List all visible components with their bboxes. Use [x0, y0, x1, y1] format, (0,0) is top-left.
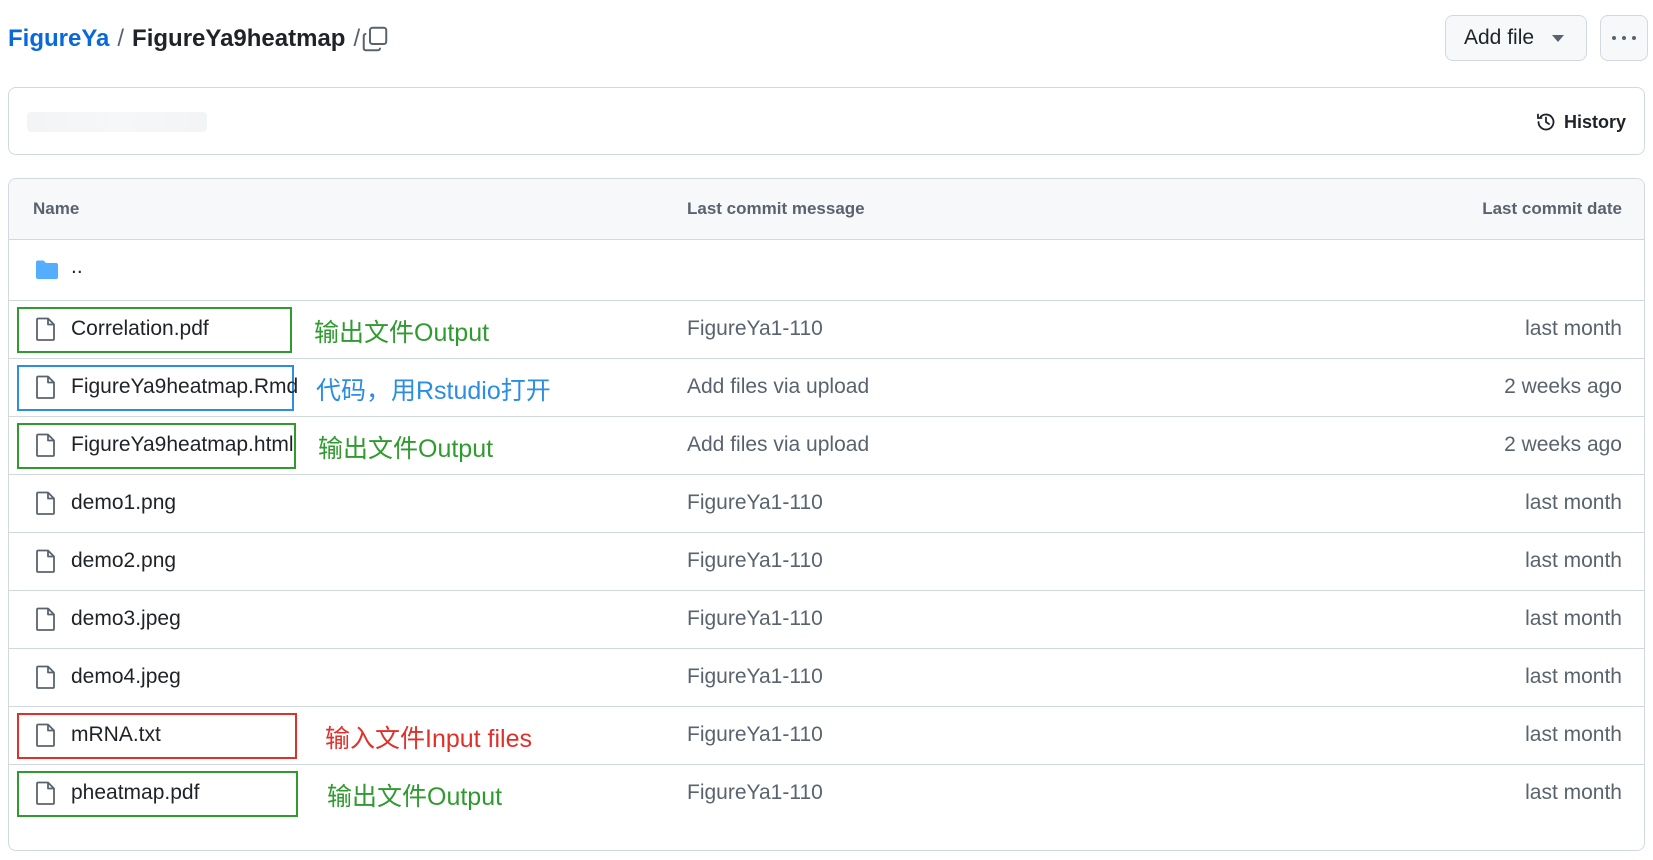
chevron-down-icon: [1552, 34, 1565, 42]
commit-message-link[interactable]: Add files via upload: [687, 433, 869, 457]
annotation-label: 输入文件Input files: [325, 725, 533, 753]
commit-message-link[interactable]: FigureYa1-110: [687, 665, 823, 689]
file-icon: [35, 780, 57, 812]
folder-icon: [36, 260, 58, 279]
file-name-link[interactable]: demo2.png: [71, 549, 176, 573]
copy-path-button[interactable]: [360, 24, 392, 56]
commit-message-link[interactable]: FigureYa1-110: [687, 781, 823, 805]
file-name-link[interactable]: demo3.jpeg: [71, 607, 181, 631]
latest-commit-bar: History: [8, 87, 1645, 155]
file-icon: [35, 548, 57, 580]
file-name-link[interactable]: FigureYa9heatmap.Rmd: [71, 375, 298, 399]
commit-message-link[interactable]: Add files via upload: [687, 375, 869, 399]
column-header-message: Last commit message: [687, 199, 865, 218]
file-name-link[interactable]: mRNA.txt: [71, 723, 161, 747]
table-row[interactable]: 输出文件Output FigureYa9heatmap.html Add files…: [9, 417, 1644, 475]
commit-date: last month: [1525, 317, 1622, 340]
file-icon: [35, 316, 57, 348]
commit-message-link[interactable]: FigureYa1-110: [687, 317, 823, 341]
more-options-button[interactable]: [1600, 15, 1648, 61]
annotation-label: 输出文件Output: [318, 435, 494, 463]
annotation-label: 输出文件Output: [327, 783, 503, 811]
table-row[interactable]: 输出文件Output pheatmap.pdf FigureYa1-110 last …: [9, 765, 1644, 823]
table-row[interactable]: 输出文件Output Correlation.pdf FigureYa1-110 la…: [9, 301, 1644, 359]
add-file-label: Add file: [1464, 26, 1535, 49]
table-row[interactable]: demo2.png FigureYa1-110 last month: [9, 533, 1644, 591]
commit-message-link[interactable]: FigureYa1-110: [687, 607, 823, 631]
breadcrumb-repo-link[interactable]: FigureYa: [8, 25, 109, 53]
commit-message-link[interactable]: FigureYa1-110: [687, 491, 823, 515]
file-icon: [35, 374, 57, 406]
table-row[interactable]: 输入文件Input files mRNA.txt FigureYa1-110 last…: [9, 707, 1644, 765]
add-file-button[interactable]: Add file: [1445, 15, 1587, 61]
file-icon: [35, 432, 57, 464]
commit-date: last month: [1525, 781, 1622, 804]
table-row[interactable]: demo1.png FigureYa1-110 last month: [9, 475, 1644, 533]
repo-header: FigureYa / FigureYa9heatmap / Add file: [0, 0, 1653, 80]
column-header-date: Last commit date: [1482, 199, 1622, 218]
commit-date: 2 weeks ago: [1504, 433, 1622, 456]
file-table: Name Last commit message Last commit dat…: [8, 178, 1645, 851]
commit-date: last month: [1525, 491, 1622, 514]
commit-date: last month: [1525, 549, 1622, 572]
commit-date: last month: [1525, 665, 1622, 688]
history-icon: [1537, 113, 1555, 131]
table-row[interactable]: 代码，用Rstudio打开 FigureYa9heatmap.Rmd Add fil…: [9, 359, 1644, 417]
commit-date: 2 weeks ago: [1504, 375, 1622, 398]
parent-directory-link[interactable]: ..: [71, 255, 83, 279]
commit-date: last month: [1525, 607, 1622, 630]
column-header-name: Name: [33, 199, 80, 218]
file-icon: [35, 722, 57, 754]
file-name-link[interactable]: demo4.jpeg: [71, 665, 181, 689]
copy-icon: [362, 26, 388, 52]
annotation-label: 代码，用Rstudio打开: [316, 377, 551, 405]
commit-loading-skeleton: [27, 112, 207, 132]
history-label: History: [1563, 111, 1626, 132]
file-name-link[interactable]: demo1.png: [71, 491, 176, 515]
kebab-horizontal-icon: [1612, 36, 1616, 40]
commit-message-link[interactable]: FigureYa1-110: [687, 549, 823, 573]
commit-message-link[interactable]: FigureYa1-110: [687, 723, 823, 747]
annotation-label: 输出文件Output: [314, 319, 490, 347]
parent-directory-row[interactable]: ..: [9, 240, 1644, 301]
breadcrumb-separator: /: [117, 25, 125, 52]
history-button[interactable]: History: [1534, 106, 1626, 138]
file-name-link[interactable]: pheatmap.pdf: [71, 781, 199, 805]
table-row[interactable]: demo4.jpeg FigureYa1-110 last month: [9, 649, 1644, 707]
file-icon: [35, 664, 57, 696]
breadcrumb-current-dir: FigureYa9heatmap: [132, 25, 346, 52]
file-icon: [35, 606, 57, 638]
commit-date: last month: [1525, 723, 1622, 746]
table-header: Name Last commit message Last commit dat…: [9, 179, 1644, 240]
file-name-link[interactable]: Correlation.pdf: [71, 317, 209, 341]
breadcrumb: FigureYa / FigureYa9heatmap /: [8, 22, 368, 56]
file-icon: [35, 490, 57, 522]
table-row[interactable]: demo3.jpeg FigureYa1-110 last month: [9, 591, 1644, 649]
file-name-link[interactable]: FigureYa9heatmap.html: [71, 433, 294, 457]
